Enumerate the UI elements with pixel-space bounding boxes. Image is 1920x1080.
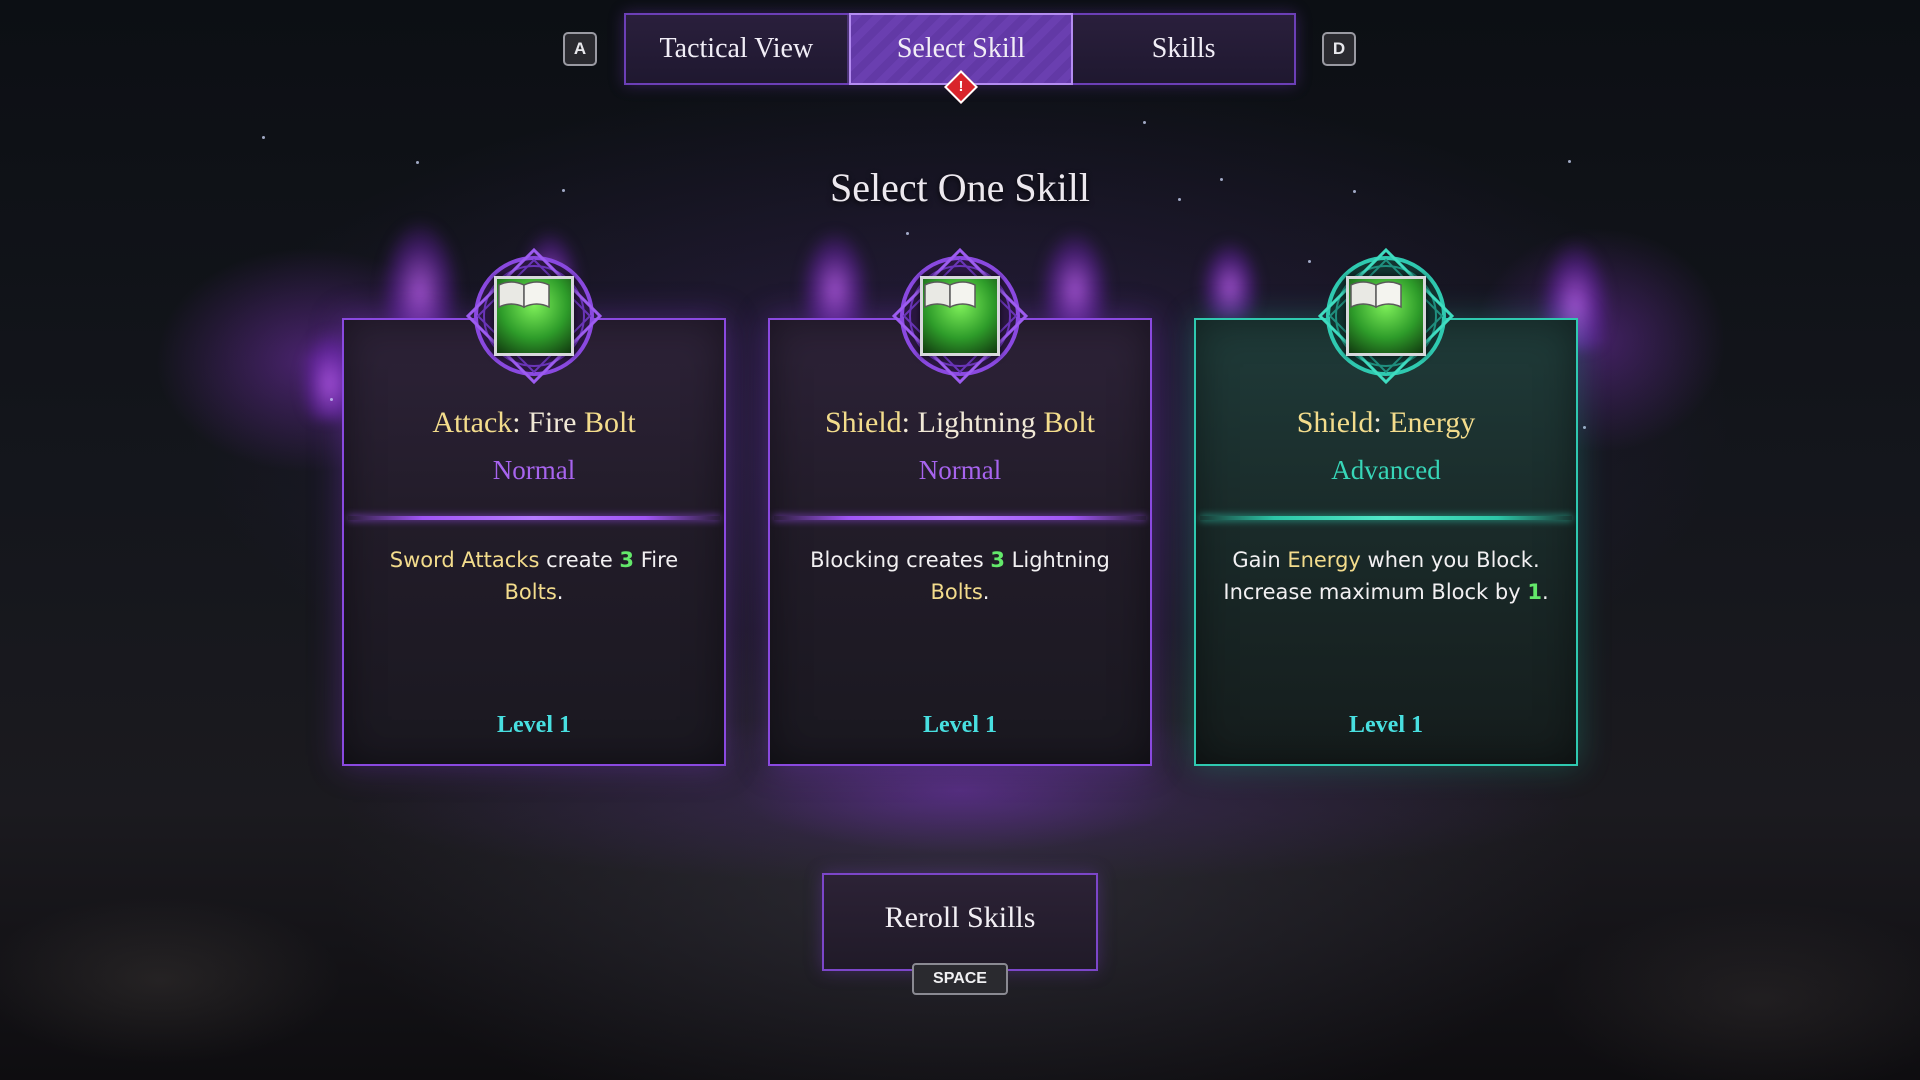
next-tab-key[interactable]: D [1322, 32, 1356, 66]
skill-level: Level 1 [923, 712, 997, 738]
skill-level: Level 1 [1349, 712, 1423, 738]
tab-tactical-view[interactable]: Tactical View [626, 15, 849, 83]
tab-label: Skills [1151, 33, 1216, 64]
skill-title: Attack: Fire Bolt [432, 406, 636, 439]
card-divider [1200, 516, 1572, 520]
spark [1143, 121, 1146, 124]
alert-icon: ! [944, 70, 978, 104]
reroll-skills-button[interactable]: Reroll Skills [822, 873, 1098, 971]
spark [1583, 426, 1586, 429]
purple-flame [1200, 240, 1260, 320]
tab-skills[interactable]: Skills [1073, 15, 1294, 83]
skill-emblem [464, 246, 604, 386]
spark [330, 398, 333, 401]
skill-description: Sword Attacks create 3 Fire Bolts. [389, 548, 679, 604]
card-divider [774, 516, 1146, 520]
skill-title: Shield: Lightning Bolt [824, 406, 1096, 439]
skill-rarity: Normal [492, 455, 576, 485]
reroll-label: Reroll Skills [884, 901, 1036, 934]
spellbook-icon [494, 276, 574, 356]
skill-level: Level 1 [497, 712, 571, 738]
skill-rarity: Normal [918, 455, 1002, 485]
skill-description: Blocking creates 3 Lightning Bolts. [810, 548, 1110, 604]
spark [906, 232, 909, 235]
skill-description: Gain Energy when you Block. Increase maxi… [1223, 548, 1549, 604]
spark [1308, 260, 1311, 263]
tab-bar: Tactical View Select Skill ! Skills [624, 13, 1296, 104]
spark [262, 136, 265, 139]
purple-flame [800, 230, 870, 330]
prev-tab-key[interactable]: A [563, 32, 597, 66]
purple-flame [1040, 230, 1110, 330]
skill-emblem [1316, 246, 1456, 386]
skill-title: Shield: Energy [1296, 406, 1476, 439]
tab-label: Tactical View [659, 33, 814, 64]
page-title: Select One Skill [830, 165, 1090, 210]
tab-label: Select Skill [896, 33, 1026, 64]
space-key-hint[interactable]: SPACE [912, 963, 1008, 995]
skill-rarity: Advanced [1331, 455, 1441, 485]
skill-emblem [890, 246, 1030, 386]
spellbook-icon [1346, 276, 1426, 356]
tab-select-skill[interactable]: Select Skill ! [848, 13, 1074, 104]
card-divider [348, 516, 720, 520]
spellbook-icon [920, 276, 1000, 356]
spark [1568, 160, 1571, 163]
